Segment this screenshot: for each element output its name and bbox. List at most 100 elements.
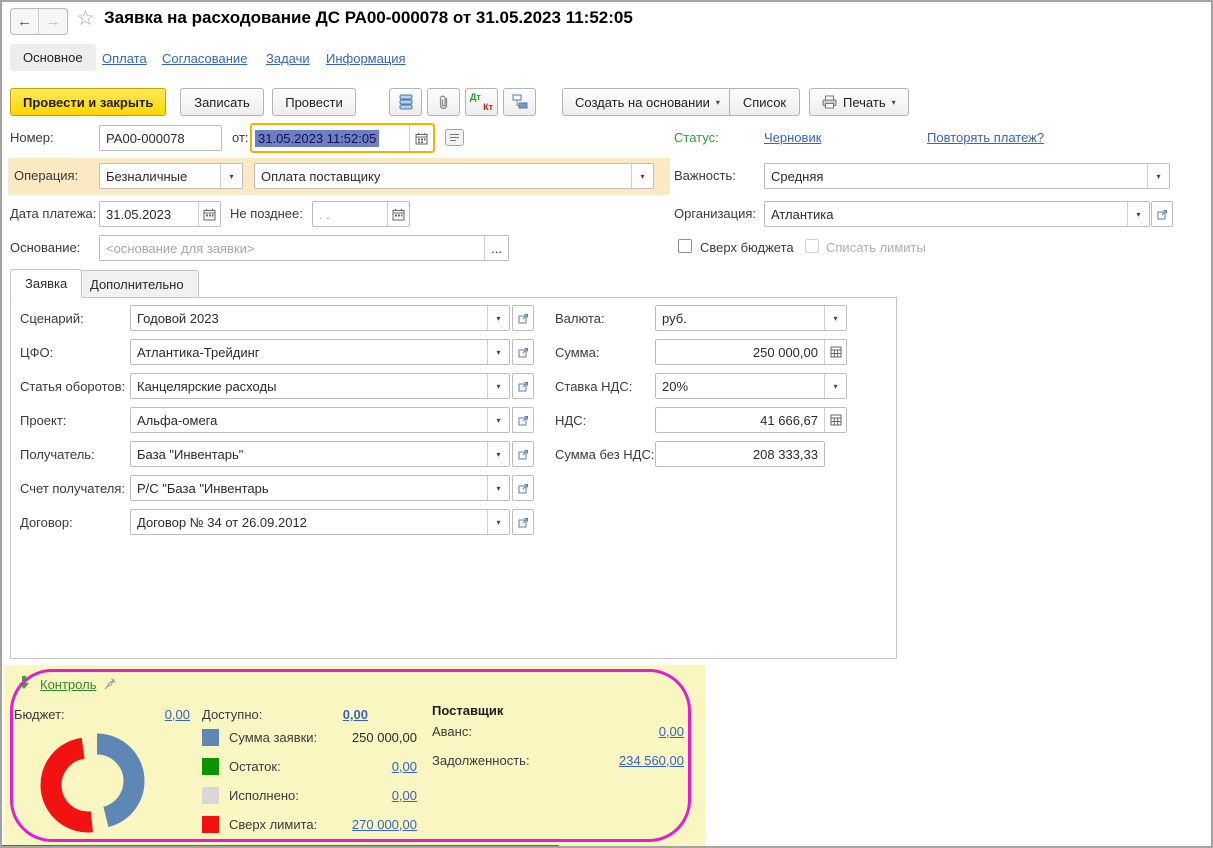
post-button[interactable]: Провести <box>272 88 356 116</box>
number-field[interactable]: РА00-000078 <box>99 125 222 151</box>
not-later-field[interactable]: . . <box>312 201 410 227</box>
legend-value-link[interactable]: 0,00 <box>297 759 417 774</box>
document-structure-button[interactable] <box>503 88 536 116</box>
legend-value-link[interactable]: 0,00 <box>297 788 417 803</box>
dropdown-button[interactable]: ▾ <box>487 510 509 534</box>
list-button[interactable]: Список <box>729 88 800 116</box>
tab-approval[interactable]: Согласование <box>162 51 247 66</box>
over-budget-checkbox[interactable] <box>678 239 692 253</box>
organization-dropdown[interactable]: Атлантика ▾ <box>764 201 1150 227</box>
dropdown-button[interactable]: ▾ <box>487 442 509 466</box>
advance-value-link[interactable]: 0,00 <box>562 724 684 739</box>
tab-info[interactable]: Информация <box>326 51 406 66</box>
collapse-arrow-icon[interactable] <box>18 676 30 690</box>
repeat-payment-link[interactable]: Повторять платеж? <box>927 130 1044 145</box>
chevron-down-icon: ▾ <box>496 518 500 527</box>
turnover-item-label: Статья оборотов: <box>20 379 125 394</box>
legend-value-link[interactable]: 270 000,00 <box>297 817 417 832</box>
legend-value: 250 000,00 <box>297 730 417 745</box>
cfo-open-button[interactable] <box>512 339 534 365</box>
basis-more-button[interactable]: ... <box>484 236 508 260</box>
operation-method-value: Безналичные <box>100 169 220 184</box>
tab-additional[interactable]: Дополнительно <box>75 270 199 298</box>
chevron-down-icon: ▾ <box>833 314 837 323</box>
amount-no-vat-value: 208 333,33 <box>656 447 824 462</box>
dropdown-button[interactable]: ▾ <box>487 476 509 500</box>
recipient-account-open-button[interactable] <box>512 475 534 501</box>
chevron-down-icon: ▾ <box>833 382 837 391</box>
chevron-down-icon: ▾ <box>496 382 500 391</box>
comments-button[interactable] <box>445 129 464 146</box>
recipient-dropdown[interactable]: База "Инвентарь" ▾ <box>130 441 510 467</box>
calendar-button[interactable] <box>409 125 433 151</box>
tab-tasks[interactable]: Задачи <box>266 51 310 66</box>
vat-rate-dropdown[interactable]: 20% ▾ <box>655 373 847 399</box>
calculator-icon <box>830 346 842 358</box>
currency-dropdown[interactable]: руб. ▾ <box>655 305 847 331</box>
turnover-item-open-button[interactable] <box>512 373 534 399</box>
dropdown-button[interactable]: ▾ <box>1127 202 1149 226</box>
dt-kt-button[interactable]: Дт Кт <box>465 88 498 116</box>
budget-value-link[interactable]: 0,00 <box>142 707 190 722</box>
available-label: Доступно: <box>202 707 262 722</box>
recipient-open-button[interactable] <box>512 441 534 467</box>
dropdown-button[interactable]: ▾ <box>487 374 509 398</box>
tab-payment[interactable]: Оплата <box>102 51 147 66</box>
create-based-on-button[interactable]: Создать на основании ▾ <box>562 88 733 116</box>
control-section-link[interactable]: Контроль <box>40 677 96 692</box>
favorite-star-icon[interactable]: ☆ <box>76 7 95 31</box>
dropdown-button[interactable]: ▾ <box>1147 164 1169 188</box>
turnover-item-dropdown[interactable]: Канцелярские расходы ▾ <box>130 373 510 399</box>
dropdown-button[interactable]: ▾ <box>631 164 653 188</box>
back-button[interactable]: ← <box>11 9 39 34</box>
post-label: Провести <box>285 95 343 110</box>
open-icon <box>518 415 529 426</box>
contract-open-button[interactable] <box>512 509 534 535</box>
importance-dropdown[interactable]: Средняя ▾ <box>764 163 1170 189</box>
dropdown-button[interactable]: ▾ <box>220 164 242 188</box>
scenario-dropdown[interactable]: Годовой 2023 ▾ <box>130 305 510 331</box>
open-icon <box>518 483 529 494</box>
calculator-button[interactable] <box>824 408 846 432</box>
calculator-button[interactable] <box>824 340 846 364</box>
calendar-button[interactable] <box>198 202 220 226</box>
write-button[interactable]: Записать <box>180 88 264 116</box>
recipient-account-dropdown[interactable]: Р/С "База "Инвентарь ▾ <box>130 475 510 501</box>
print-button[interactable]: Печать ▾ <box>809 88 909 116</box>
scenario-open-button[interactable] <box>512 305 534 331</box>
dropdown-button[interactable]: ▾ <box>824 306 846 330</box>
over-budget-label: Сверх бюджета <box>700 240 794 255</box>
dropdown-button[interactable]: ▾ <box>824 374 846 398</box>
project-dropdown[interactable]: Альфа-омега ▾ <box>130 407 510 433</box>
available-value-link[interactable]: 0,00 <box>322 707 368 722</box>
document-date-field[interactable]: 31.05.2023 11:52:05 <box>250 123 435 153</box>
pin-icon[interactable] <box>104 677 117 690</box>
contract-dropdown[interactable]: Договор № 34 от 26.09.2012 ▾ <box>130 509 510 535</box>
tab-main[interactable]: Основное <box>10 44 96 71</box>
project-value: Альфа-омега <box>131 413 487 428</box>
cfo-dropdown[interactable]: Атлантика-Трейдинг ▾ <box>130 339 510 365</box>
project-open-button[interactable] <box>512 407 534 433</box>
payment-date-field[interactable]: 31.05.2023 <box>99 201 221 227</box>
vat-field[interactable]: 41 666,67 <box>655 407 847 433</box>
importance-label: Важность: <box>674 168 736 183</box>
organization-open-button[interactable] <box>1151 201 1173 227</box>
forward-button[interactable]: → <box>39 9 67 34</box>
dropdown-button[interactable]: ▾ <box>487 306 509 330</box>
payment-date-label: Дата платежа: <box>10 206 96 221</box>
legend-label: Исполнено: <box>229 788 299 803</box>
operation-kind-dropdown[interactable]: Оплата поставщику ▾ <box>254 163 654 189</box>
status-value-link[interactable]: Черновик <box>764 130 821 145</box>
calendar-button[interactable] <box>387 202 409 226</box>
post-and-close-button[interactable]: Провести и закрыть <box>10 88 166 116</box>
tab-request[interactable]: Заявка <box>10 269 82 298</box>
dropdown-button[interactable]: ▾ <box>487 408 509 432</box>
dropdown-button[interactable]: ▾ <box>487 340 509 364</box>
register-icon <box>399 94 413 110</box>
basis-field[interactable]: <основание для заявки> ... <box>99 235 509 261</box>
amount-field[interactable]: 250 000,00 <box>655 339 847 365</box>
debt-value-link[interactable]: 234 560,00 <box>562 753 684 768</box>
register-records-button[interactable] <box>389 88 422 116</box>
attachments-button[interactable] <box>427 88 460 116</box>
operation-method-dropdown[interactable]: Безналичные ▾ <box>99 163 243 189</box>
